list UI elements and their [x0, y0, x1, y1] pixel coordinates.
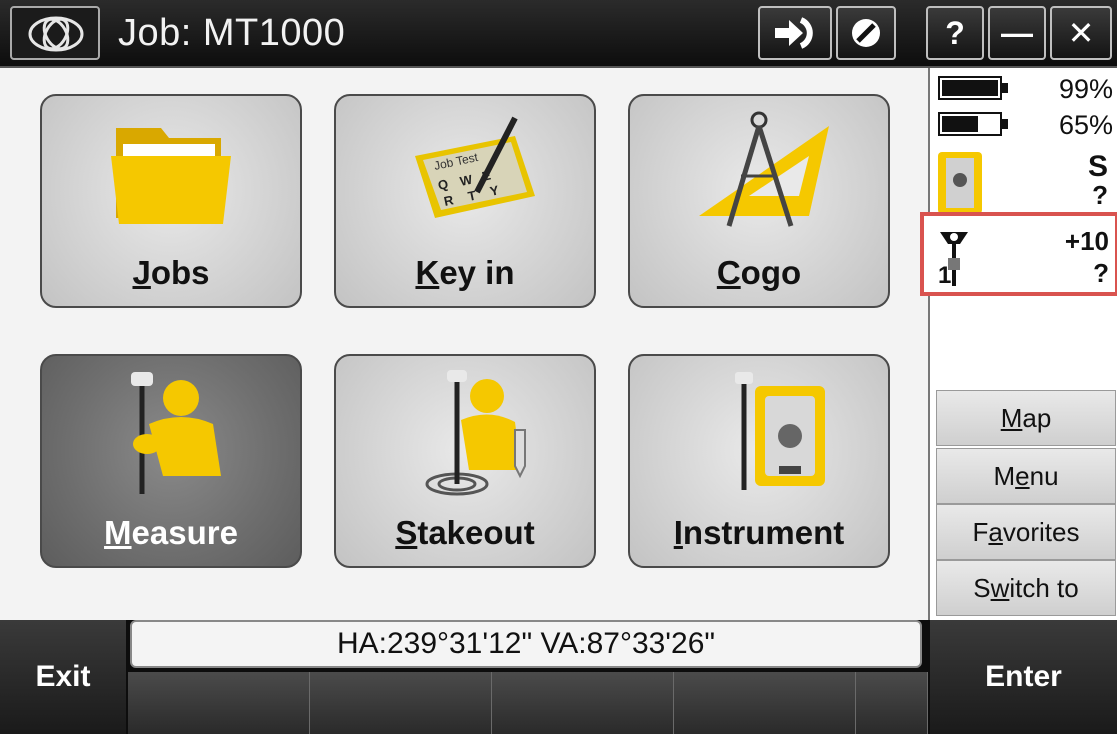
tile-stakeout-label: Stakeout	[395, 514, 535, 551]
battery-status-1[interactable]: 99%	[938, 74, 1113, 104]
battery-icon	[938, 112, 1008, 136]
gnss-q-value: ?	[1093, 258, 1109, 288]
cancel-circle-icon	[852, 19, 880, 47]
tile-instrument[interactable]: Instrument	[628, 354, 890, 568]
tile-key-in-label: Key in	[415, 254, 515, 291]
tile-stakeout[interactable]: Stakeout	[334, 354, 596, 568]
folder-icon	[111, 128, 231, 224]
softkey-4[interactable]	[674, 672, 856, 734]
map-button[interactable]: Map	[936, 390, 1116, 446]
compass-triangle-icon	[699, 111, 829, 227]
screen: Job: MT1000 ? — ✕ Jobs Job Test Q W R T …	[0, 0, 1117, 734]
trimble-globe-icon	[28, 16, 84, 52]
surveyor-gnss-icon	[131, 372, 221, 494]
keypad-pen-icon: Job Test Q W E R T Y	[415, 116, 535, 218]
tile-key-in[interactable]: Job Test Q W E R T Y Key in	[334, 94, 596, 308]
softkey-1[interactable]	[128, 672, 310, 734]
title-bar: Job: MT1000 ? — ✕	[0, 0, 1117, 68]
switch-to-button[interactable]: Sw itch to	[936, 560, 1116, 616]
tile-jobs-label: Jobs	[132, 254, 210, 291]
bottom-bar: Exit HA:239°31'12" VA:87°33'26" Enter	[0, 620, 1117, 734]
battery-icon	[938, 76, 1008, 100]
softkey-5[interactable]	[856, 672, 928, 734]
app-logo-button[interactable]	[10, 6, 100, 60]
enter-button[interactable]: Enter	[930, 620, 1117, 734]
tile-cogo[interactable]: Cogo	[628, 94, 890, 308]
tile-measure-label: Measure	[104, 514, 238, 551]
battery-1-percent: 99%	[1058, 74, 1113, 104]
instrument-q-value: ?	[1092, 180, 1108, 210]
tile-cogo-label: Cogo	[716, 254, 802, 291]
tile-instrument-label: Instrument	[673, 514, 845, 551]
total-station-icon	[735, 372, 825, 490]
total-station-icon	[938, 152, 982, 214]
page-title: Job: MT1000	[118, 12, 346, 54]
menu-button[interactable]: Me nu	[936, 448, 1116, 504]
close-button[interactable]: ✕	[1050, 6, 1112, 60]
gnss-satellite-count: 1	[938, 262, 952, 289]
favorites-button[interactable]: Fa vorites	[936, 504, 1116, 560]
gnss-status-highlight[interactable]: 1 +10 ?	[920, 212, 1117, 296]
instrument-status[interactable]: S ?	[934, 150, 1114, 214]
tile-jobs[interactable]: Jobs	[40, 94, 302, 308]
cancel-button[interactable]	[836, 6, 896, 60]
forward-button[interactable]	[758, 6, 832, 60]
main-menu-panel: Jobs Job Test Q W E R T Y Key in	[0, 68, 928, 620]
help-button[interactable]: ?	[926, 6, 984, 60]
instrument-s-value: S	[1087, 150, 1108, 183]
arrow-right-icon	[775, 17, 813, 49]
status-pane: 99% 65% S ? 1 +10 ? M ap M e nu F a vori…	[920, 68, 1117, 620]
battery-status-2[interactable]: 65%	[938, 110, 1113, 140]
gnss-offset-value: +10	[1064, 226, 1109, 256]
tile-measure[interactable]: Measure	[40, 354, 302, 568]
surveyor-stakeout-icon	[425, 370, 526, 496]
battery-2-percent: 65%	[1058, 110, 1113, 140]
softkey-2[interactable]	[310, 672, 492, 734]
softkey-3[interactable]	[492, 672, 674, 734]
angle-readout: HA:239°31'12" VA:87°33'26"	[130, 620, 922, 668]
minimize-button[interactable]: —	[988, 6, 1046, 60]
exit-button[interactable]: Exit	[0, 620, 126, 734]
